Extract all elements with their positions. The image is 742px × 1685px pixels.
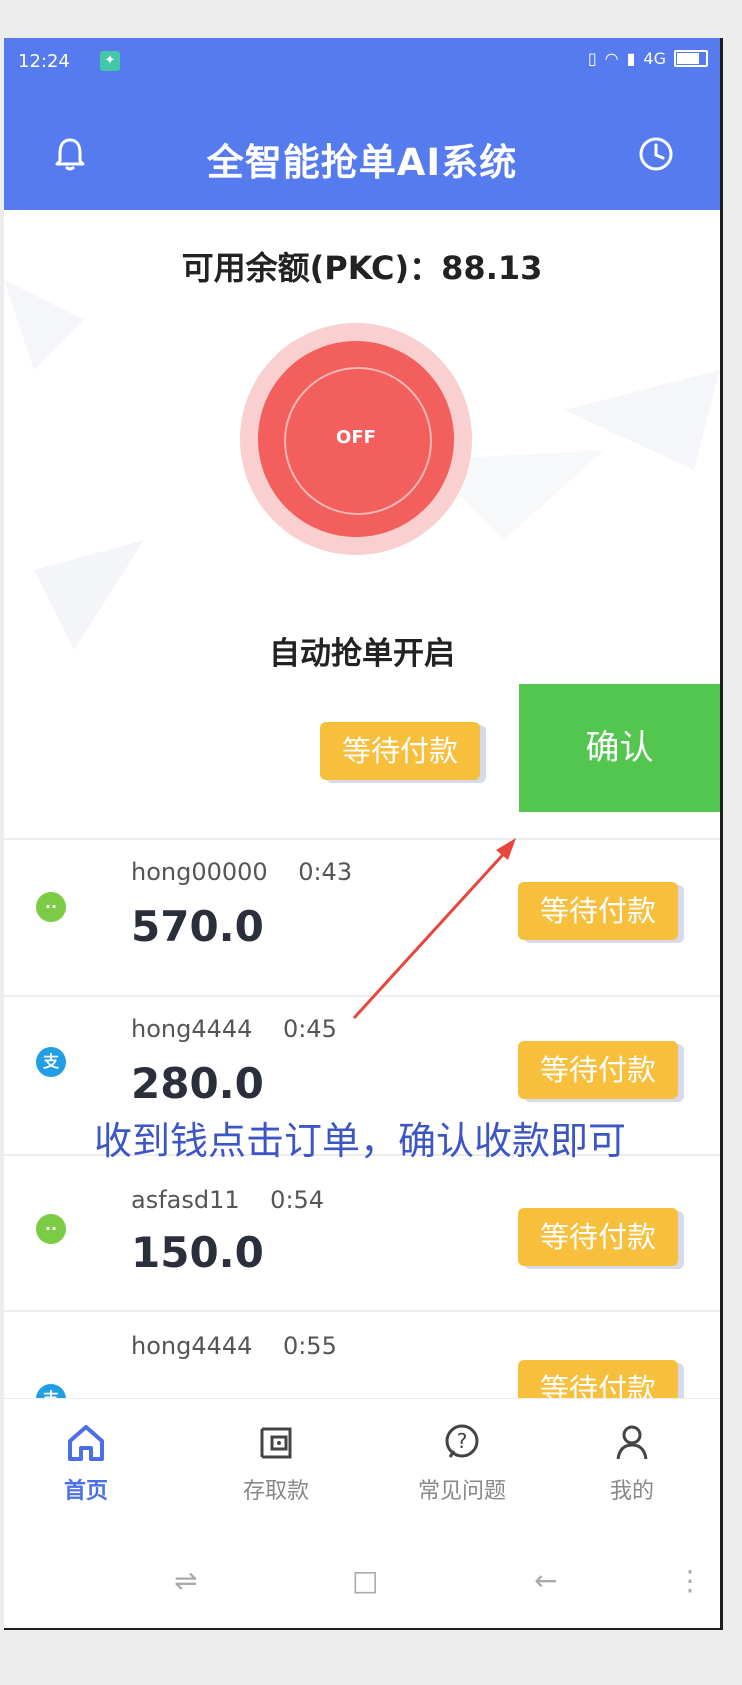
battery-icon bbox=[674, 50, 708, 67]
nav-profile[interactable]: 我的 bbox=[572, 1399, 692, 1505]
home-square-icon[interactable]: □ bbox=[352, 1564, 378, 1597]
page-title: 全智能抢单AI系统 bbox=[206, 141, 518, 184]
order-meta: hong00000 0:43 bbox=[131, 858, 352, 886]
status-badge[interactable]: 等待付款 bbox=[518, 1208, 678, 1266]
switch-apps-icon[interactable]: ⇌ bbox=[174, 1564, 197, 1597]
order-meta: hong4444 0:55 bbox=[131, 1332, 337, 1360]
order-amount: 150.0 bbox=[131, 1228, 264, 1277]
user-icon bbox=[616, 1425, 648, 1460]
signal-icon: ▮ bbox=[626, 49, 636, 68]
network-type: 4G bbox=[643, 49, 666, 68]
alipay-icon: 支 bbox=[36, 1047, 66, 1077]
nav-label: 常见问题 bbox=[417, 1479, 506, 1504]
phone-screen: 12:24 ✦ ▯ ◠ ▮ 4G 全智能抢单AI系统 可用余额(PKC)：88.… bbox=[4, 38, 723, 1630]
order-time: 0:54 bbox=[270, 1186, 325, 1214]
order-row[interactable]: ·· asfasd11 0:54 150.0 等待付款 bbox=[4, 1156, 720, 1311]
order-time: 0:45 bbox=[282, 1015, 337, 1043]
status-time: 12:24 bbox=[18, 51, 70, 72]
home-icon bbox=[68, 1425, 104, 1461]
order-time: 0:43 bbox=[298, 858, 353, 886]
order-row[interactable]: ·· hong00000 0:43 570.0 等待付款 bbox=[4, 840, 720, 995]
order-user: asfasd11 bbox=[131, 1186, 240, 1214]
history-clock-icon[interactable] bbox=[636, 134, 676, 174]
vibrate-icon: ▯ bbox=[587, 49, 597, 68]
status-badge[interactable]: 等待付款 bbox=[320, 722, 480, 780]
wechat-icon: ·· bbox=[36, 892, 66, 922]
order-amount: 280.0 bbox=[131, 1059, 264, 1108]
order-user: hong4444 bbox=[131, 1332, 253, 1360]
order-user: hong4444 bbox=[131, 1015, 253, 1043]
nav-label: 我的 bbox=[609, 1479, 654, 1504]
status-indicators: ▯ ◠ ▮ 4G bbox=[588, 49, 708, 68]
auto-grab-caption: 自动抢单开启 bbox=[269, 636, 455, 672]
nav-label: 存取款 bbox=[242, 1479, 309, 1504]
svg-text:?: ? bbox=[457, 1429, 468, 1453]
app-header: 12:24 ✦ ▯ ◠ ▮ 4G 全智能抢单AI系统 bbox=[4, 38, 720, 210]
auto-grab-toggle[interactable]: OFF bbox=[240, 323, 472, 555]
back-arrow-icon[interactable]: ← bbox=[534, 1564, 557, 1597]
order-meta: asfasd11 0:54 bbox=[131, 1186, 324, 1214]
system-nav-bar: ⇌ □ ← ⋮ bbox=[4, 1530, 720, 1628]
wechat-icon: ·· bbox=[36, 1214, 66, 1244]
order-row[interactable]: 支 hong4444 0:55 等待付款 bbox=[4, 1312, 720, 1418]
order-meta: hong4444 0:45 bbox=[131, 1015, 337, 1043]
balance-display: 可用余额(PKC)：88.13 bbox=[181, 249, 543, 287]
status-badge[interactable]: 等待付款 bbox=[518, 1041, 678, 1099]
menu-dots-icon[interactable]: ⋮ bbox=[676, 1564, 704, 1597]
order-user: hong00000 bbox=[131, 858, 268, 886]
wifi-icon: ◠ bbox=[604, 49, 619, 68]
nav-label: 首页 bbox=[63, 1479, 108, 1504]
help-icon: ? bbox=[445, 1424, 479, 1458]
tutorial-annotation: 收到钱点击订单，确认收款即可 bbox=[94, 1119, 627, 1163]
wallet-icon bbox=[260, 1427, 292, 1459]
power-state-label: OFF bbox=[336, 427, 376, 448]
status-badge[interactable]: 等待付款 bbox=[518, 882, 678, 940]
notification-app-icon: ✦ bbox=[100, 51, 120, 71]
nav-home[interactable]: 首页 bbox=[26, 1399, 146, 1505]
nav-faq[interactable]: ? 常见问题 bbox=[402, 1399, 522, 1505]
order-time: 0:55 bbox=[282, 1332, 337, 1360]
confirm-button[interactable]: 确认 bbox=[519, 684, 720, 812]
nav-wallet[interactable]: 存取款 bbox=[216, 1399, 336, 1505]
power-button[interactable]: OFF bbox=[258, 341, 454, 537]
bottom-nav: 首页 存取款 ? 常见问题 我的 bbox=[4, 1398, 720, 1531]
order-amount: 570.0 bbox=[131, 902, 264, 951]
